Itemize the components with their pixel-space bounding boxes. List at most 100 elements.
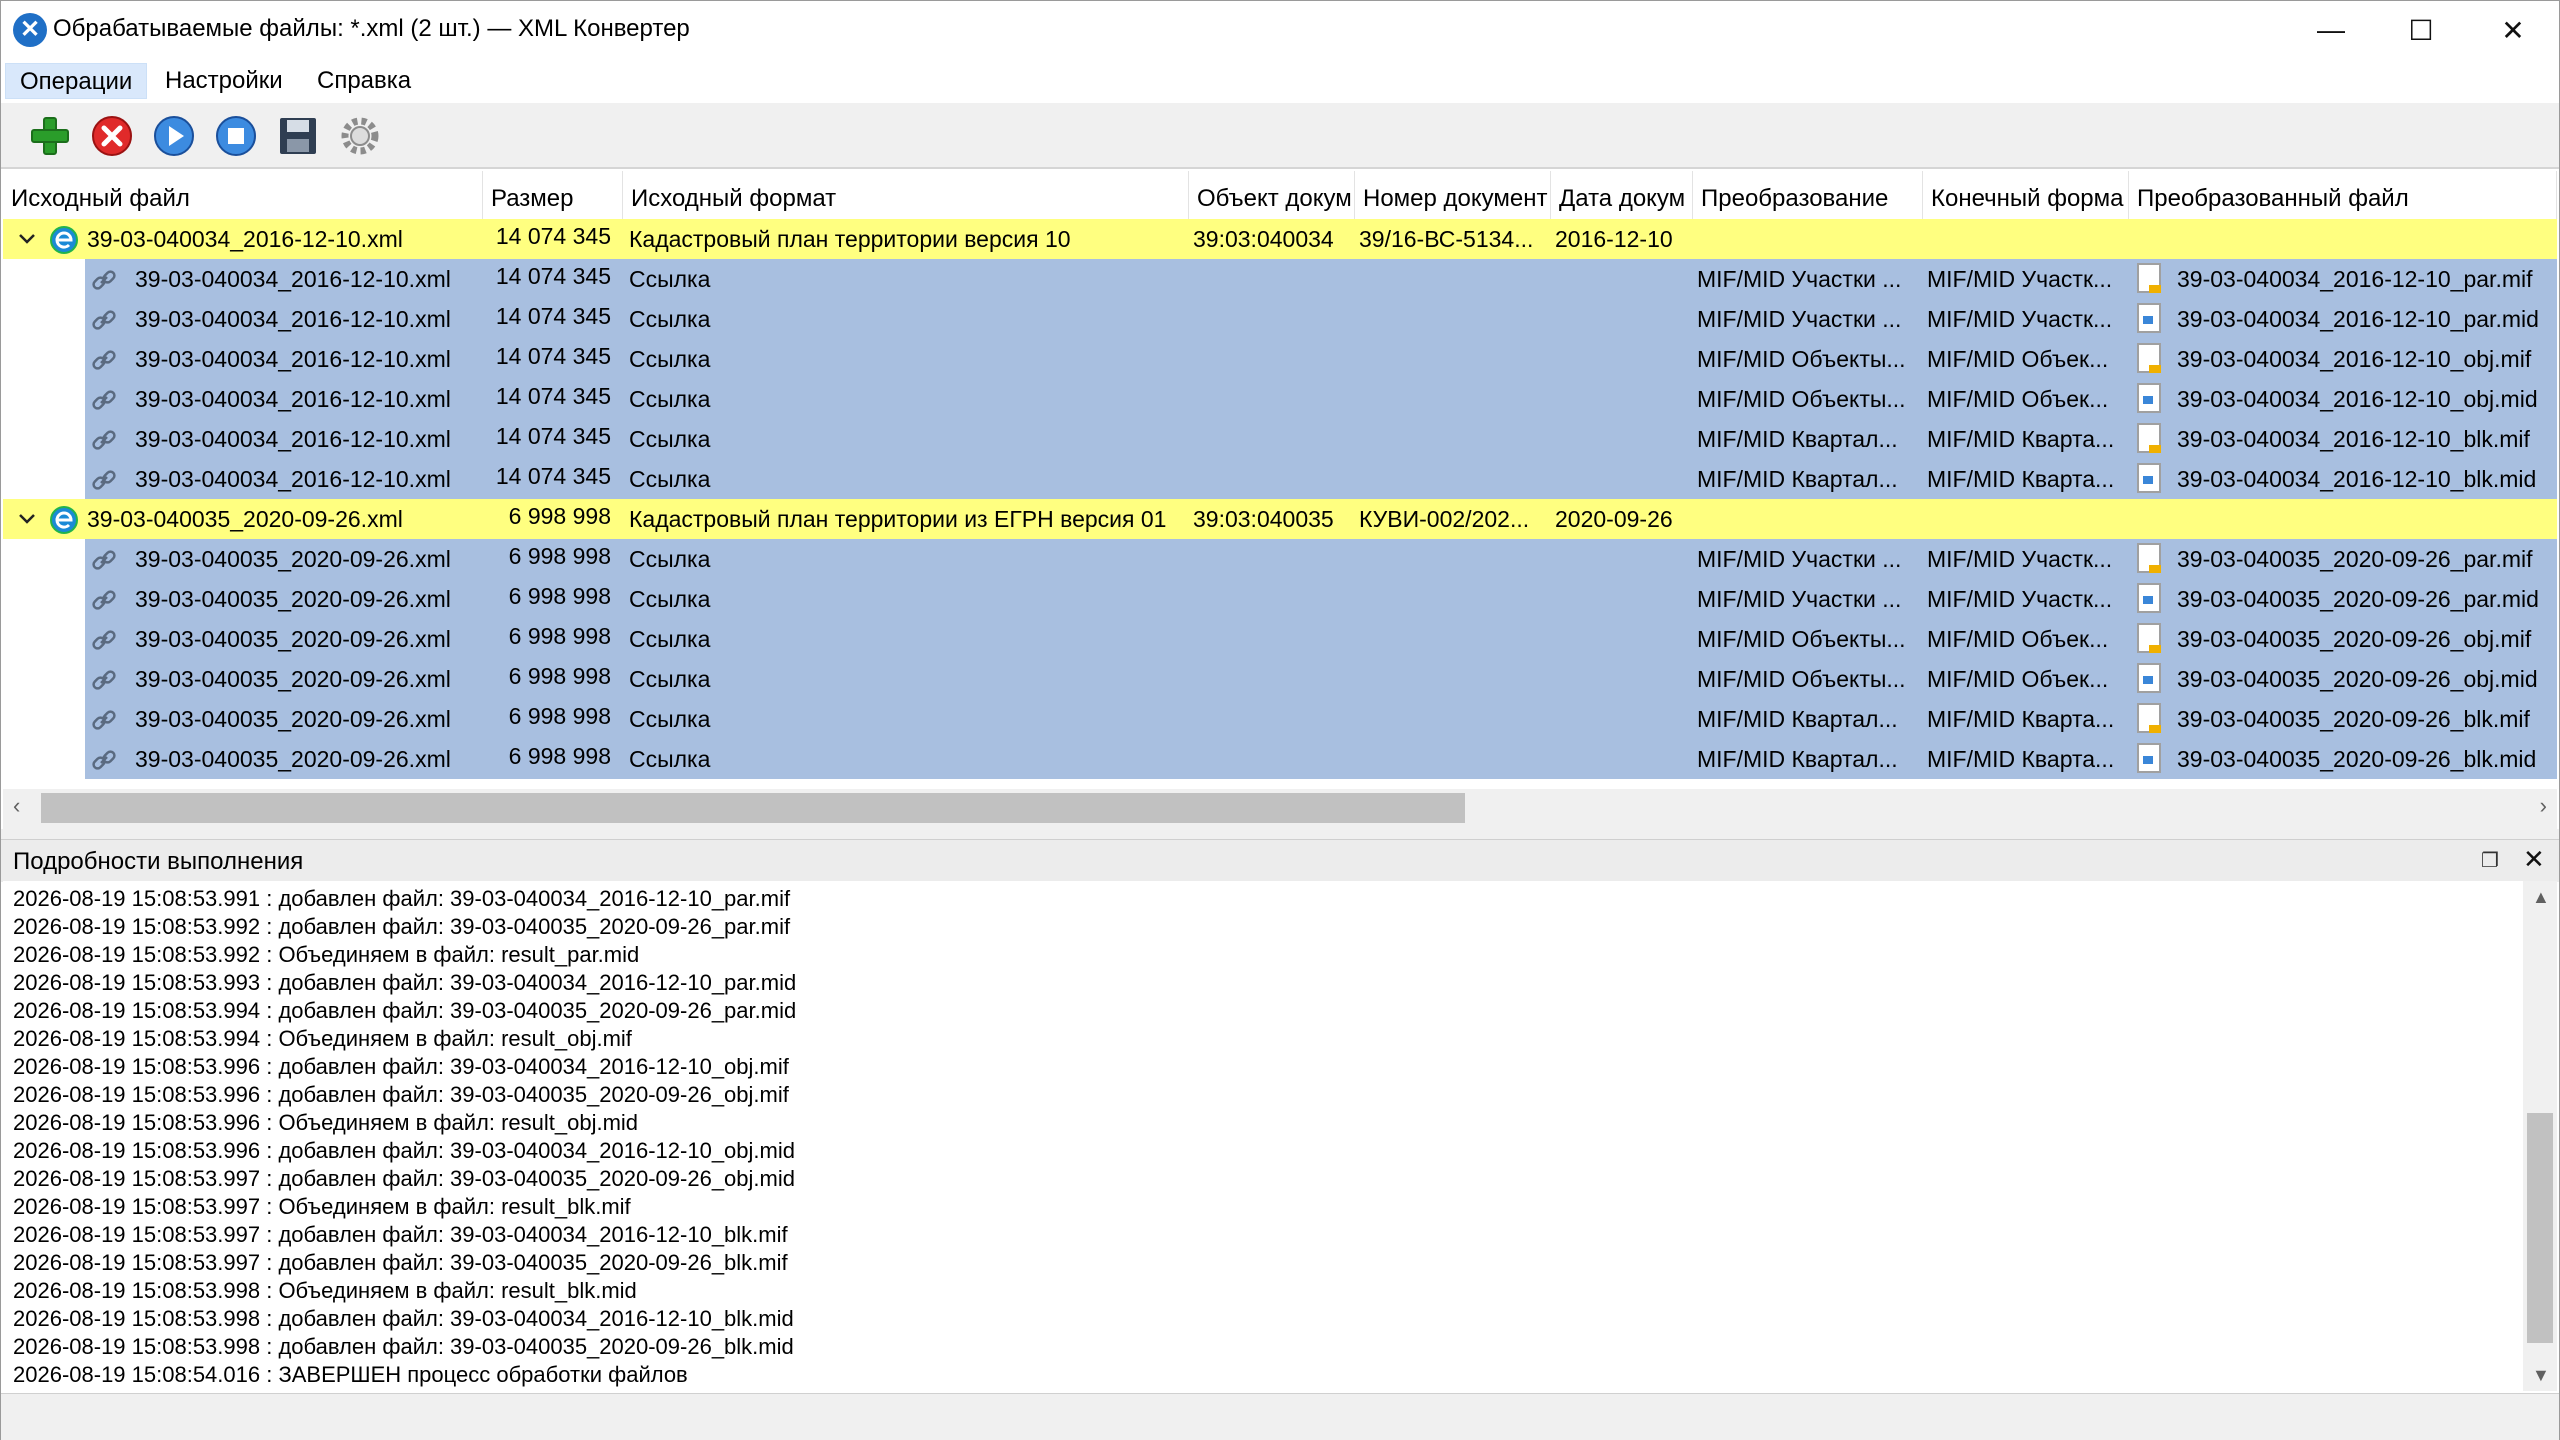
link-icon [91,587,117,613]
cell-converted-file: 39-03-040035_2020-09-26_blk.mid [2177,746,2537,772]
cell-conversion: MIF/MID Квартал... [1697,466,1898,492]
column-header-target-format[interactable]: Конечный форма [1923,171,2129,219]
xml-file-icon [49,505,79,535]
tree-row-child[interactable]: 39-03-040034_2016-12-10.xml 14 074 345 Ссы… [3,299,2557,339]
cell-target-format: MIF/MID Кварта... [1927,466,2115,492]
add-button[interactable] [27,113,73,159]
cell-source-format: Ссылка [629,466,711,492]
cell-size: 6 998 998 [508,623,611,649]
title-bar[interactable]: ✕ Обрабатываемые файлы: *.xml (2 шт.) — … [1,1,2559,59]
remove-button[interactable] [89,113,135,159]
tree-row-child[interactable]: 39-03-040034_2016-12-10.xml 14 074 345 Ссы… [3,459,2557,499]
execution-log[interactable]: 2026-08-19 15:08:53.991 : добавлен файл:… [3,881,2523,1391]
vertical-scroll-thumb[interactable] [2527,1113,2553,1343]
cell-converted-file: 39-03-040035_2020-09-26_par.mif [2177,546,2533,572]
close-panel-icon[interactable]: ✕ [2523,844,2545,875]
column-header-converted-file[interactable]: Преобразованный файл [2129,171,2557,219]
log-line: 2026-08-19 15:08:53.994 : добавлен файл:… [13,998,797,1023]
menu-operations[interactable]: Операции [5,63,148,99]
tree-row-child[interactable]: 39-03-040035_2020-09-26.xml 6 998 998 Ссыл… [3,579,2557,619]
scroll-left-icon[interactable]: ‹ [13,793,20,819]
splitter[interactable] [1,829,2559,839]
cell-source-format: Ссылка [629,266,711,292]
scroll-right-icon[interactable]: › [2540,793,2547,819]
play-button[interactable] [151,113,197,159]
column-header-source-file[interactable]: Исходный файл [3,171,483,219]
save-icon [280,118,316,154]
log-line: 2026-08-19 15:08:53.992 : добавлен файл:… [13,914,791,939]
cell-conversion: MIF/MID Участки ... [1697,266,1902,292]
settings-icon [341,117,379,155]
mif-file-icon [2137,263,2161,293]
remove-icon [92,116,132,156]
chevron-down-icon[interactable] [17,229,37,249]
play-icon [154,116,194,156]
cell-conversion: MIF/MID Участки ... [1697,306,1902,332]
cell-source-file: 39-03-040035_2020-09-26.xml [135,746,451,772]
restore-panel-icon[interactable]: ❐ [2481,848,2499,873]
column-header-conversion[interactable]: Преобразование [1693,171,1923,219]
settings-button[interactable] [337,113,383,159]
cell-target-format: MIF/MID Кварта... [1927,746,2115,772]
tree-row-parent[interactable]: 39-03-040035_2020-09-26.xml 6 998 998 Када… [3,499,2557,539]
close-button[interactable]: ✕ [2467,1,2559,59]
menu-bar: Операции Настройки Справка [1,59,2559,103]
log-line: 2026-08-19 15:08:53.994 : Объединяем в ф… [13,1026,632,1051]
vertical-scrollbar[interactable]: ▲ ▼ [2523,881,2557,1391]
mif-file-icon [2137,423,2161,453]
menu-help[interactable]: Справка [303,63,425,99]
cell-size: 6 998 998 [508,503,611,529]
window-title: Обрабатываемые файлы: *.xml (2 шт.) — XM… [53,15,690,42]
tree-row-child[interactable]: 39-03-040034_2016-12-10.xml 14 074 345 Ссы… [3,379,2557,419]
tree-row-child[interactable]: 39-03-040035_2020-09-26.xml 6 998 998 Ссыл… [3,699,2557,739]
column-header-source-format[interactable]: Исходный формат [623,171,1189,219]
cell-target-format: MIF/MID Объек... [1927,346,2109,372]
cell-conversion: MIF/MID Участки ... [1697,546,1902,572]
cell-source-file: 39-03-040035_2020-09-26.xml [135,706,451,732]
horizontal-scroll-thumb[interactable] [41,793,1465,823]
column-header-doc-date[interactable]: Дата докум [1551,171,1693,219]
cell-source-format: Ссылка [629,546,711,572]
maximize-button[interactable]: ☐ [2375,1,2467,59]
cell-source-file: 39-03-040034_2016-12-10.xml [135,266,451,292]
tree-row-child[interactable]: 39-03-040034_2016-12-10.xml 14 074 345 Ссы… [3,259,2557,299]
stop-button[interactable] [213,113,259,159]
link-icon [91,707,117,733]
cell-converted-file: 39-03-040034_2016-12-10_blk.mif [2177,426,2530,452]
log-line: 2026-08-19 15:08:53.996 : добавлен файл:… [13,1082,789,1107]
column-header-doc-number[interactable]: Номер документ [1355,171,1551,219]
cell-target-format: MIF/MID Кварта... [1927,426,2115,452]
column-header-size[interactable]: Размер [483,171,623,219]
log-line: 2026-08-19 15:08:53.997 : Объединяем в ф… [13,1194,631,1219]
x-logo-icon: ✕ [13,13,47,47]
save-button[interactable] [275,113,321,159]
mid-file-icon [2137,583,2161,613]
mid-file-icon [2137,463,2161,493]
tree-row-child[interactable]: 39-03-040035_2020-09-26.xml 6 998 998 Ссыл… [3,739,2557,779]
cell-target-format: MIF/MID Объек... [1927,666,2109,692]
tree-row-child[interactable]: 39-03-040035_2020-09-26.xml 6 998 998 Ссыл… [3,619,2557,659]
scroll-up-icon[interactable]: ▲ [2532,887,2550,908]
cell-conversion: MIF/MID Квартал... [1697,706,1898,732]
column-header-object[interactable]: Объект докум [1189,171,1355,219]
tree-row-parent[interactable]: 39-03-040034_2016-12-10.xml 14 074 345 Кад… [3,219,2557,259]
cell-target-format: MIF/MID Участк... [1927,586,2113,612]
tree-row-child[interactable]: 39-03-040034_2016-12-10.xml 14 074 345 Ссы… [3,419,2557,459]
cell-source-format: Кадастровый план территории версия 10 [629,226,1071,252]
cell-source-file: 39-03-040034_2016-12-10.xml [135,346,451,372]
cell-conversion: MIF/MID Объекты... [1697,346,1906,372]
mid-file-icon [2137,743,2161,773]
minimize-button[interactable]: — [2285,1,2377,59]
tree-row-child[interactable]: 39-03-040034_2016-12-10.xml 14 074 345 Ссы… [3,339,2557,379]
cell-source-format: Ссылка [629,626,711,652]
menu-settings[interactable]: Настройки [151,63,297,99]
add-icon [31,117,69,155]
tree-row-child[interactable]: 39-03-040035_2020-09-26.xml 6 998 998 Ссыл… [3,659,2557,699]
scroll-down-icon[interactable]: ▼ [2532,1365,2550,1386]
status-bar [1,1393,2559,1440]
tree-row-child[interactable]: 39-03-040035_2020-09-26.xml 6 998 998 Ссыл… [3,539,2557,579]
cell-converted-file: 39-03-040035_2020-09-26_par.mid [2177,586,2539,612]
chevron-down-icon[interactable] [17,509,37,529]
log-line: 2026-08-19 15:08:53.991 : добавлен файл:… [13,886,791,911]
horizontal-scrollbar[interactable]: ‹ › [3,789,2557,829]
